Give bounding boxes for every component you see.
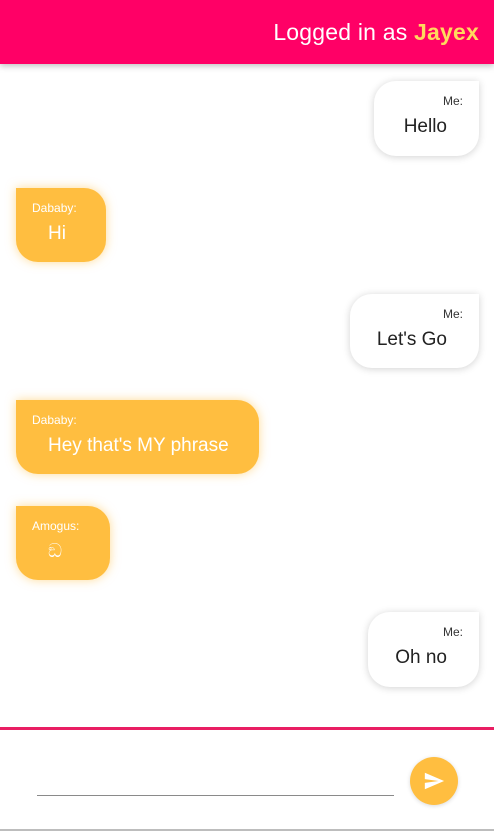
message-sender: Dababy: — [32, 413, 77, 427]
message-sender: Amogus: — [32, 519, 80, 533]
message-list: Me: Hello Dababy: Hi Me: Let's Go Dababy… — [0, 64, 494, 727]
message-bubble: Dababy: Hi — [16, 188, 106, 262]
message-sender: Me: — [442, 307, 463, 321]
message-composer — [0, 730, 494, 831]
app-header: Logged in as Jayex — [0, 0, 494, 64]
message-text: Hey that's MY phrase — [48, 435, 229, 456]
message-sender: Me: — [442, 94, 463, 108]
send-icon — [423, 770, 445, 792]
message-text: Hi — [48, 223, 66, 244]
login-prefix: Logged in as — [273, 18, 408, 45]
message-bubble: Amogus: ඞ — [16, 506, 110, 580]
login-status: Logged in as Jayex — [273, 19, 479, 46]
message-text: ඞ — [48, 541, 63, 562]
username: Jayex — [414, 18, 479, 45]
message-input[interactable] — [37, 768, 394, 796]
message-text: Oh no — [395, 647, 447, 668]
message-bubble: Dababy: Hey that's MY phrase — [16, 400, 259, 474]
message-text: Let's Go — [376, 329, 447, 350]
message-sender: Me: — [442, 625, 463, 639]
message-sender: Dababy: — [32, 201, 77, 215]
message-bubble: Me: Let's Go — [350, 294, 479, 368]
message-text: Hello — [403, 116, 447, 137]
message-bubble: Me: Oh no — [368, 612, 479, 687]
message-bubble: Me: Hello — [374, 81, 479, 156]
send-button[interactable] — [410, 757, 458, 805]
